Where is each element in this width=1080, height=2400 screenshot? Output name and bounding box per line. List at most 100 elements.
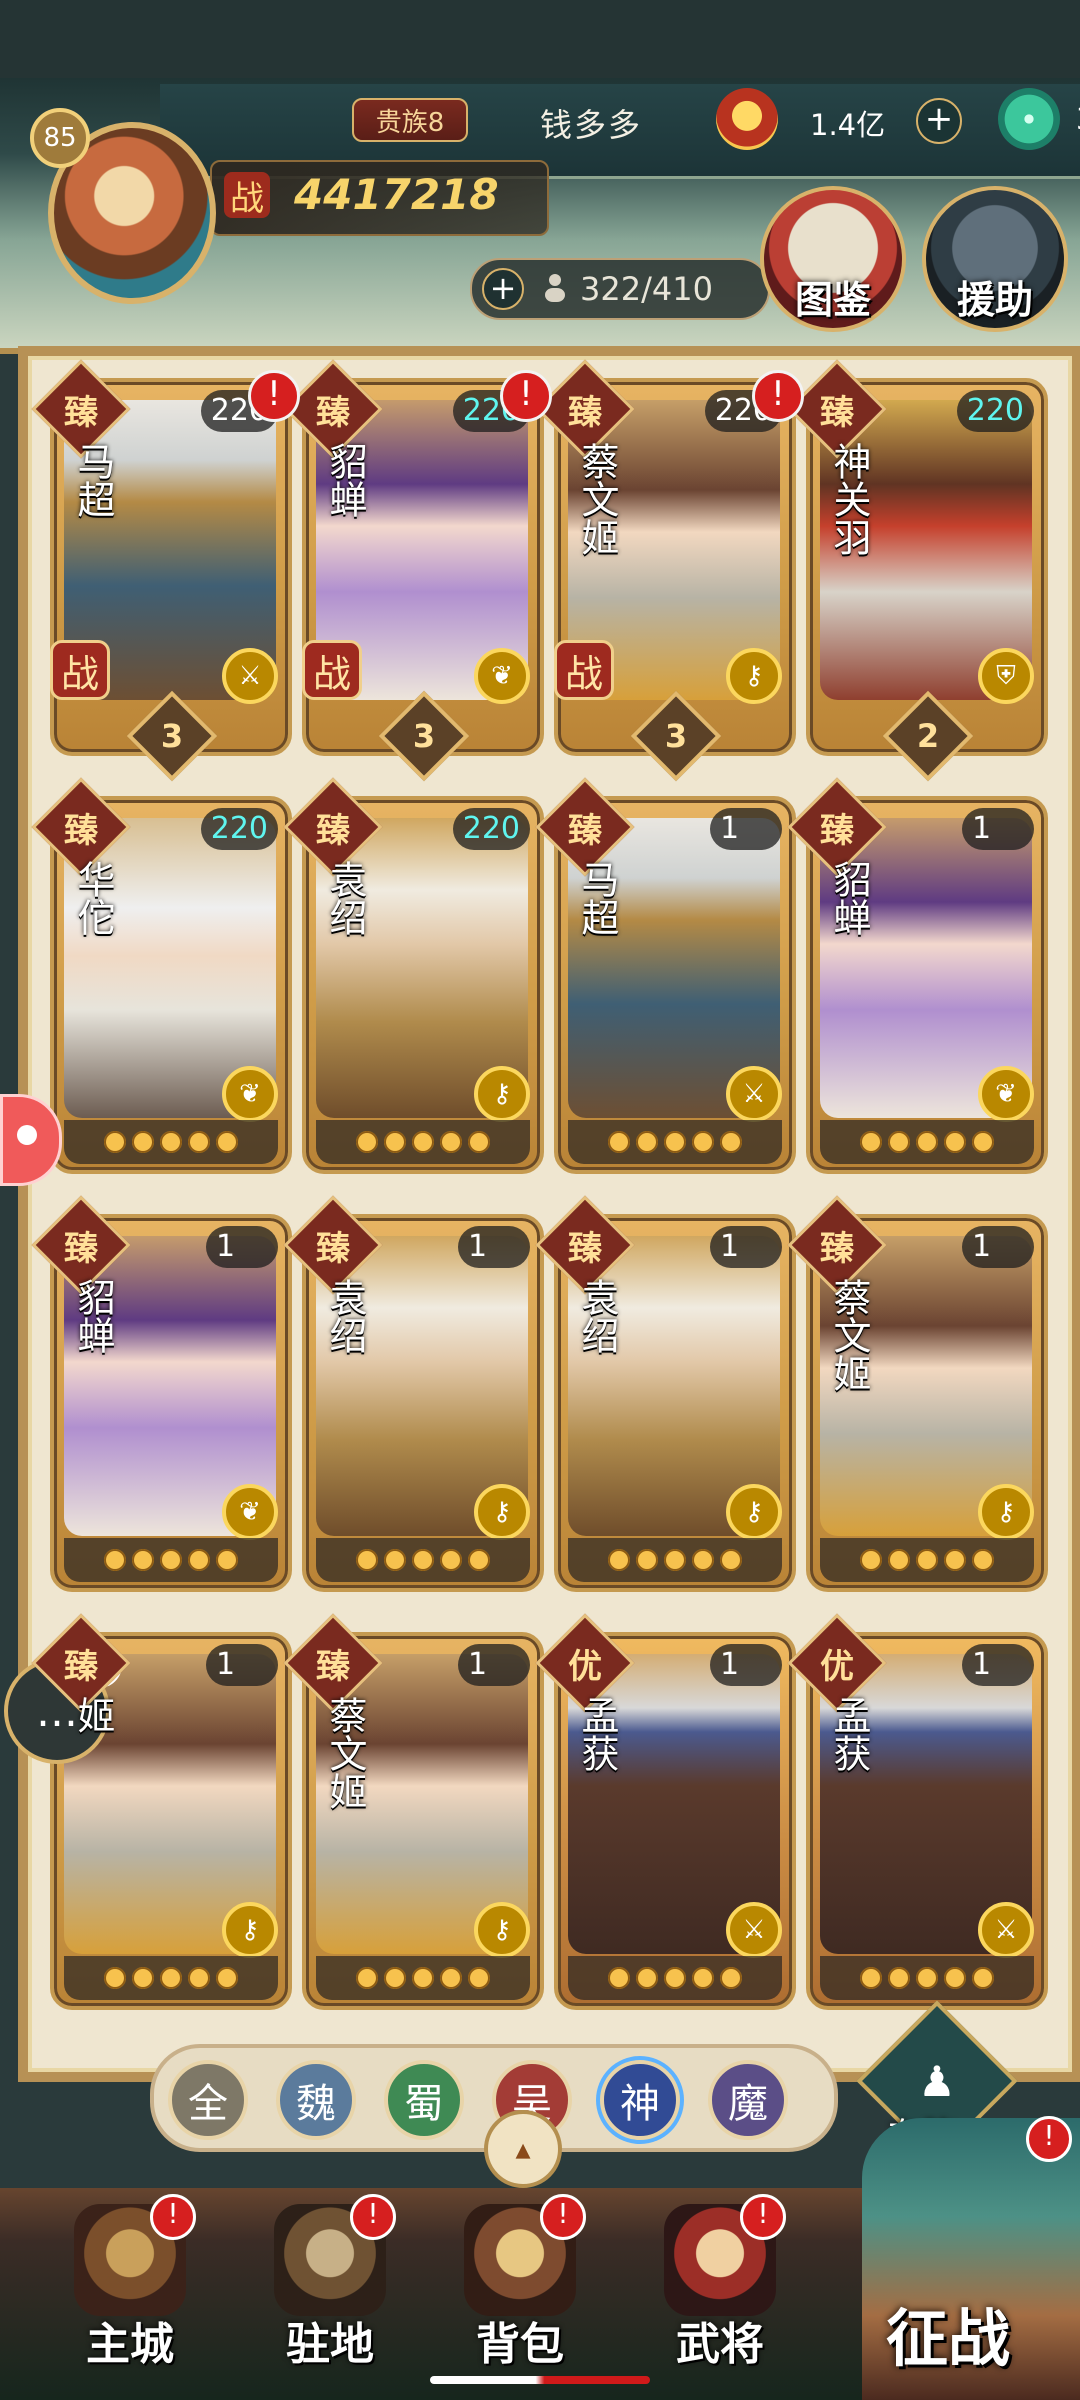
garrison-alert-icon: ! <box>350 2194 396 2240</box>
hero-card[interactable]: 臻马超 1 ⚔ <box>535 777 796 1174</box>
hero-name: 马超 <box>71 442 115 518</box>
gallery-button[interactable]: 图鉴 <box>760 186 906 332</box>
nav-garrison[interactable]: ! 驻地 <box>250 2194 410 2390</box>
hero-level: 220 <box>200 808 278 850</box>
filter-mo[interactable]: 魔 <box>708 2060 788 2140</box>
main-city-label: 主城 <box>86 2319 174 2370</box>
filter-shu[interactable]: 蜀 <box>384 2060 464 2140</box>
hero-rank-text: 臻 <box>820 810 854 851</box>
hero-card[interactable]: 臻袁绍 1 ⚷ <box>535 1195 796 1592</box>
hero-rank-text: 臻 <box>568 810 602 851</box>
nav-bag[interactable]: ! 背包 <box>440 2194 600 2390</box>
star-icon <box>104 1549 126 1571</box>
noble-rank-badge[interactable]: 贵族8 <box>352 98 468 142</box>
leaf-icon: ❦ <box>222 1066 278 1122</box>
leaf-icon: ❦ <box>978 1066 1034 1122</box>
leaf-icon: ❦ <box>222 1484 278 1540</box>
hero-card[interactable]: 臻袁绍 220 ⚷ <box>283 777 544 1174</box>
hero-card[interactable]: 优孟获 1 ⚔ <box>787 1613 1048 2010</box>
hero-level: 1 <box>962 1226 1034 1268</box>
star-icon <box>132 1131 154 1153</box>
key-icon: ⚷ <box>474 1902 530 1958</box>
star-icon <box>104 1967 126 1989</box>
home-indicator[interactable] <box>430 2376 650 2384</box>
hero-rank-text: 臻 <box>316 1646 350 1687</box>
stars-row <box>568 1538 782 1582</box>
expand-capacity-button[interactable]: + <box>482 268 524 310</box>
hero-level: 1 <box>962 1644 1034 1686</box>
nav-generals[interactable]: ! 武将 <box>640 2194 800 2390</box>
star-icon <box>860 1131 882 1153</box>
gold-currency-icon <box>716 88 778 150</box>
stars-row <box>316 1956 530 2000</box>
filter-all[interactable]: 全 <box>168 2060 248 2140</box>
expedition-button[interactable]: ! 征战 <box>862 2116 1080 2400</box>
garrison-label: 驻地 <box>286 2319 374 2370</box>
combat-power-panel: 战 4417218 <box>210 160 549 236</box>
hero-rank-text: 臻 <box>316 392 350 433</box>
star-icon <box>720 1549 742 1571</box>
hero-card[interactable]: 臻貂蝉 220! 战 ❦ 3 <box>283 359 552 782</box>
main-city-alert-icon: ! <box>150 2194 196 2240</box>
star-icon <box>384 1549 406 1571</box>
hero-name: 貂蝉 <box>323 442 367 518</box>
hero-card[interactable]: 臻蔡文姬 1 ⚷ <box>283 1613 544 2010</box>
hero-rank-text: 臻 <box>64 810 98 851</box>
star-icon <box>132 1549 154 1571</box>
collapse-button[interactable]: ▴ <box>484 2110 562 2188</box>
jade-currency-icon <box>998 88 1060 150</box>
star-icon <box>664 1967 686 1989</box>
generals-label: 武将 <box>676 2319 764 2370</box>
star-icon <box>384 1131 406 1153</box>
assist-button[interactable]: 援助 <box>922 186 1068 332</box>
spear-icon: ⚔ <box>726 1902 782 1958</box>
stars-row <box>316 1120 530 1164</box>
expedition-label: 征战 <box>886 2302 1011 2375</box>
hero-rank-text: 臻 <box>316 1228 350 1269</box>
star-icon <box>160 1549 182 1571</box>
star-icon <box>608 1967 630 1989</box>
combat-power-icon: 战 <box>224 172 270 219</box>
hero-card[interactable]: 臻马超 220! 战 ⚔ 3 <box>31 359 300 782</box>
star-icon <box>132 1967 154 1989</box>
hero-card[interactable]: 臻华佗 220 ❦ <box>31 777 292 1174</box>
star-icon <box>468 1967 490 1989</box>
star-icon <box>412 1549 434 1571</box>
hero-rank-text: 优 <box>820 1646 854 1687</box>
star-icon <box>664 1131 686 1153</box>
hero-card[interactable]: 臻袁绍 1 ⚷ <box>283 1195 544 1592</box>
gallery-label: 图鉴 <box>794 278 871 322</box>
hero-level: 1 <box>710 808 782 850</box>
hero-card[interactable]: 臻蔡文姬 1 ⚷ <box>787 1195 1048 1592</box>
key-icon: ⚷ <box>726 1484 782 1540</box>
star-icon <box>720 1967 742 1989</box>
hero-name: 貂蝉 <box>71 1278 115 1354</box>
hero-card[interactable]: 臻姬 1 ⚷ <box>31 1613 292 2010</box>
star-icon <box>412 1967 434 1989</box>
hero-card[interactable]: 臻貂蝉 1 ❦ <box>787 777 1048 1174</box>
hero-level: 1 <box>710 1644 782 1686</box>
add-gold-button[interactable]: + <box>916 98 962 144</box>
hero-card[interactable]: 臻蔡文姬 220! 战 ⚷ 3 <box>535 359 804 782</box>
stars-row <box>568 1120 782 1164</box>
alert-icon: ! <box>752 370 804 422</box>
star-icon <box>636 1967 658 1989</box>
hero-card[interactable]: 臻貂蝉 1 ❦ <box>31 1195 292 1592</box>
hero-card[interactable]: 臻神关羽 220 ⛨ 2 <box>787 359 1048 782</box>
stars-row <box>64 1120 278 1164</box>
filter-shen[interactable]: 神 <box>600 2060 680 2140</box>
star-icon <box>972 1967 994 1989</box>
hero-card[interactable]: 优孟获 1 ⚔ <box>535 1613 796 2010</box>
star-icon <box>944 1549 966 1571</box>
hero-rank-text: 臻 <box>316 810 350 851</box>
stars-row <box>316 1538 530 1582</box>
filter-wei[interactable]: 魏 <box>276 2060 356 2140</box>
hero-name: 蔡文姬 <box>575 442 619 556</box>
hero-name: 貂蝉 <box>827 860 871 936</box>
nav-main-city[interactable]: ! 主城 <box>50 2194 210 2390</box>
star-icon <box>636 1549 658 1571</box>
star-icon <box>972 1131 994 1153</box>
star-badge: 3 <box>630 690 722 782</box>
star-icon <box>216 1967 238 1989</box>
key-icon: ⚷ <box>978 1484 1034 1540</box>
